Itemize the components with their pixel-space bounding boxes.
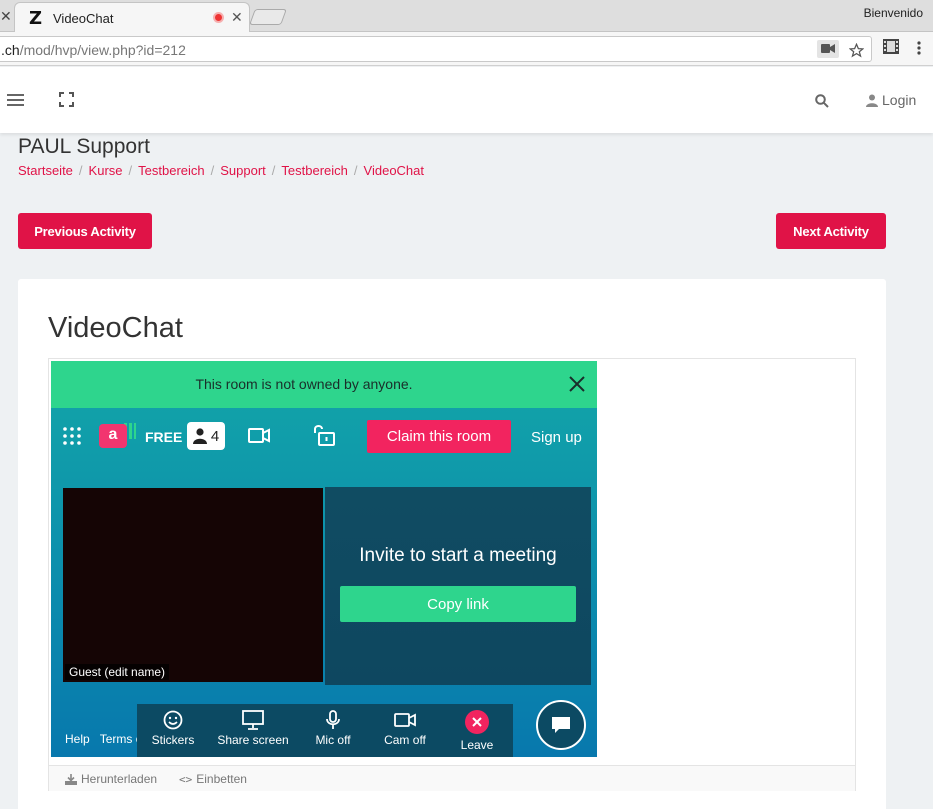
address-bar[interactable]: .ch/mod/hvp/view.php?id=212 [0,36,872,62]
new-tab-button[interactable] [249,9,287,25]
download-link[interactable]: Herunterladen [65,772,157,786]
unlock-icon[interactable] [311,424,335,446]
menu-hamburger-icon[interactable] [7,94,24,106]
microphone-icon [326,710,340,729]
h5p-frame: This room is not owned by anyone. a FREE… [48,358,856,791]
share-screen-label: Share screen [217,733,289,747]
browser-tab[interactable]: Z VideoChat ✕ [14,2,250,32]
breadcrumb: Startseite / Kurse / Testbereich / Support / Tes… [18,163,425,178]
breadcrumb-item[interactable]: Testbereich [138,163,204,178]
tab-title: VideoChat [53,11,114,26]
tab-close-icon[interactable]: ✕ [231,9,243,26]
guest-name-label[interactable]: Guest (edit name) [65,664,170,680]
copy-link-button[interactable]: Copy link [340,586,576,622]
previous-activity-button[interactable]: Previous Activity [18,213,152,249]
leave-close-icon [465,710,489,734]
person-icon [192,428,207,444]
videochat-widget: This room is not owned by anyone. a FREE… [51,361,597,757]
room-notice-text: This room is not owned by anyone. [195,376,413,392]
camera-permission-icon[interactable] [817,40,839,58]
chat-button[interactable] [536,700,586,750]
browser-tabbar: ✕ Z VideoChat ✕ Bienvenido [0,0,933,32]
next-activity-button[interactable]: Next Activity [776,213,886,249]
profile-name[interactable]: Bienvenido [864,6,923,20]
login-link[interactable]: Login [866,92,916,108]
monitor-icon [242,710,264,730]
embed-link[interactable]: <> Einbetten [179,772,247,786]
url-text: .ch/mod/hvp/view.php?id=212 [1,42,186,58]
browser-toolbar: .ch/mod/hvp/view.php?id=212 [0,32,933,66]
download-icon [65,773,77,785]
mic-off-button[interactable]: Mic off [297,710,369,747]
fullscreen-icon[interactable] [59,92,74,107]
cam-off-label: Cam off [384,733,426,747]
h5p-footer: Herunterladen <> Einbetten [49,765,855,791]
breadcrumb-item[interactable]: Startseite [18,163,73,178]
embed-label: Einbetten [196,772,247,786]
leave-button[interactable]: Leave [441,710,513,752]
user-icon [866,94,878,107]
guest-video-tile: Guest (edit name) [63,488,323,682]
login-label: Login [882,92,917,108]
bookmark-star-icon[interactable] [847,40,865,58]
smiley-icon [163,710,183,730]
browser-menu-icon[interactable] [917,41,921,55]
participants-count: 4 [210,427,220,445]
page-title: PAUL Support [18,135,150,158]
close-icon[interactable] [567,374,587,394]
extension-film-icon[interactable] [883,39,899,54]
content-card: VideoChat This room is not owned by anyo… [18,279,886,809]
close-icon[interactable]: ✕ [0,8,12,25]
breadcrumb-item[interactable]: VideoChat [364,163,424,178]
cam-off-button[interactable]: Cam off [369,710,441,747]
stickers-button[interactable]: Stickers [137,710,209,747]
favicon-icon: Z [29,8,43,29]
stickers-label: Stickers [151,733,195,747]
mic-off-label: Mic off [315,733,351,747]
sign-up-link[interactable]: Sign up [531,429,582,446]
invite-heading: Invite to start a meeting [359,545,557,566]
chat-bubble-icon [552,717,570,733]
video-camera-icon [394,713,416,727]
activity-title: VideoChat [48,312,183,344]
recording-icon [213,12,224,23]
breadcrumb-item[interactable]: Testbereich [281,163,347,178]
breadcrumb-item[interactable]: Support [220,163,266,178]
call-controls-bar: Stickers Share screen Mic off Cam off Le… [137,704,513,757]
help-link[interactable]: Help [65,732,90,746]
room-notice-bar: This room is not owned by anyone. [51,361,597,408]
breadcrumb-item[interactable]: Kurse [89,163,123,178]
invite-panel: Invite to start a meeting Copy link [325,487,591,685]
apps-grid-icon[interactable] [63,427,81,445]
participants-button[interactable]: 4 [187,422,225,450]
video-camera-icon[interactable] [248,428,270,443]
download-label: Herunterladen [81,772,158,786]
code-icon: <> [179,772,193,786]
plan-label: FREE [145,429,183,445]
share-screen-button[interactable]: Share screen [217,710,289,747]
claim-room-button[interactable]: Claim this room [367,420,511,453]
appear-logo[interactable]: a [99,424,127,448]
site-header: Login [0,67,933,133]
search-icon[interactable] [815,94,829,108]
leave-label: Leave [460,738,494,752]
